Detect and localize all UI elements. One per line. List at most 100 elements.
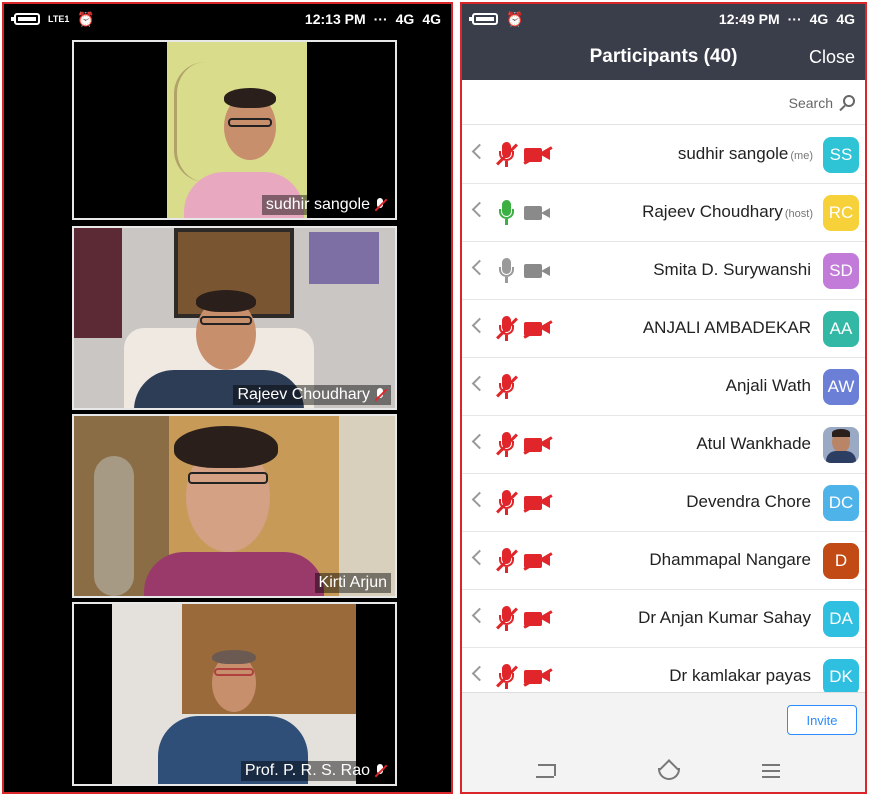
mic-muted-icon <box>494 316 518 342</box>
plant <box>94 456 134 596</box>
mic-muted-icon <box>494 606 518 632</box>
participant-name: ANJALI AMBADEKAR <box>642 318 811 337</box>
video-icon <box>524 206 550 220</box>
chevron-left-icon[interactable] <box>471 375 488 392</box>
mic-muted-icon <box>494 664 518 690</box>
participant-hair <box>174 426 278 468</box>
participant-role-tag: (host) <box>784 208 813 220</box>
participant-row[interactable]: DA Dr Anjan Kumar Sahay <box>462 590 865 648</box>
chevron-left-icon[interactable] <box>471 259 488 276</box>
mic-icon <box>494 258 518 284</box>
right-phone-screen: ⏰ 12:49 PM ··· 4G 4G Participants (40) C… <box>460 2 867 794</box>
video-name: Kirti Arjun <box>318 574 387 591</box>
search-input[interactable]: Search <box>789 95 833 111</box>
battery-icon <box>11 13 40 25</box>
participant-glasses <box>228 118 272 127</box>
participant-avatar: AW <box>823 369 859 405</box>
alarm-icon: ⏰ <box>77 10 95 27</box>
participant-row[interactable]: D Dhammapal Nangare <box>462 532 865 590</box>
video-off-icon <box>523 146 553 165</box>
status-time: 12:49 PM <box>718 11 780 27</box>
home-icon[interactable] <box>658 768 680 780</box>
participant-name-wrap: Smita D. Surywanshi <box>653 260 813 280</box>
search-icon <box>843 95 855 107</box>
participant-body <box>144 552 324 596</box>
video-tile[interactable]: Kirti Arjun <box>72 414 397 598</box>
participant-name-wrap: Dr kamlakar payas <box>669 666 813 686</box>
participant-name: Devendra Chore <box>686 492 811 511</box>
chevron-left-icon[interactable] <box>471 607 488 624</box>
video-tile[interactable]: sudhir sangole <box>72 40 397 220</box>
participant-row[interactable]: SS sudhir sangole (me) <box>462 126 865 184</box>
video-off-icon <box>523 552 553 571</box>
video-name: Rajeev Choudhary <box>237 386 370 403</box>
muted-mic-icon <box>373 198 387 212</box>
muted-mic-icon <box>373 388 387 402</box>
invite-button[interactable]: Invite <box>787 705 857 735</box>
status-bar: ⏰ 12:49 PM ··· 4G 4G <box>462 4 865 34</box>
participant-hair <box>224 88 276 108</box>
participant-avatar: RC <box>823 195 859 231</box>
avatar-initials: DA <box>829 609 853 628</box>
video-tile[interactable]: Rajeev Choudhary <box>72 226 397 410</box>
mic-muted-icon <box>494 374 518 400</box>
status-time: 12:13 PM <box>304 11 366 27</box>
participant-glasses <box>200 316 252 325</box>
participant-avatar: SD <box>823 253 859 289</box>
participant-avatar: DK <box>823 659 859 692</box>
signal-4g-left: 4G <box>395 11 415 27</box>
participant-row[interactable]: AW Anjali Wath <box>462 358 865 416</box>
chevron-left-icon[interactable] <box>471 491 488 508</box>
video-off-icon <box>523 436 553 455</box>
more-dots: ··· <box>373 11 388 27</box>
chevron-left-icon[interactable] <box>471 665 488 682</box>
close-button[interactable]: Close <box>809 47 855 68</box>
signal-4g-right: 4G <box>836 11 855 27</box>
alarm-icon: ⏰ <box>506 10 524 27</box>
participant-name: Dhammapal Nangare <box>649 550 811 569</box>
chevron-left-icon[interactable] <box>471 143 488 160</box>
participant-hair <box>196 290 256 312</box>
participant-name: Smita D. Surywanshi <box>653 260 811 279</box>
video-off-icon <box>523 668 553 687</box>
mic-muted-icon <box>494 142 518 168</box>
participant-row[interactable]: DC Devendra Chore <box>462 474 865 532</box>
participant-name-label: Rajeev Choudhary <box>233 385 391 405</box>
chevron-left-icon[interactable] <box>471 201 488 218</box>
status-bar: LTE1 ⏰ 12:13 PM ··· 4G 4G <box>4 4 451 34</box>
left-phone-screen: LTE1 ⏰ 12:13 PM ··· 4G 4G sudhir sangole <box>2 2 453 794</box>
chevron-left-icon[interactable] <box>471 317 488 334</box>
participant-glasses <box>188 472 268 484</box>
video-off-icon <box>523 494 553 513</box>
video-tile[interactable]: Prof. P. R. S. Rao <box>72 602 397 786</box>
mic-muted-icon <box>494 548 518 574</box>
participant-avatar: AA <box>823 311 859 347</box>
search-bar[interactable]: Search <box>462 82 865 125</box>
participant-name-wrap: Anjali Wath <box>726 376 813 396</box>
participant-name: Anjali Wath <box>725 376 811 395</box>
chevron-left-icon[interactable] <box>471 433 488 450</box>
avatar-initials: DC <box>828 493 854 512</box>
participant-row[interactable]: RC Rajeev Choudhary (host) <box>462 184 865 242</box>
avatar-initials: SS <box>829 145 853 164</box>
participant-row[interactable]: Atul Wankhade <box>462 416 865 474</box>
participant-name: Dr kamlakar payas <box>669 666 811 685</box>
menu-icon[interactable] <box>762 764 780 778</box>
participant-name-label: Prof. P. R. S. Rao <box>240 761 391 781</box>
participant-row[interactable]: SD Smita D. Surywanshi <box>462 242 865 300</box>
participant-avatar: DC <box>823 485 859 521</box>
participant-row[interactable]: AA ANJALI AMBADEKAR <box>462 300 865 358</box>
participant-name-wrap: sudhir sangole (me) <box>678 144 813 164</box>
participant-avatar: D <box>823 543 859 579</box>
participant-name: Rajeev Choudhary <box>642 202 783 221</box>
back-icon[interactable] <box>536 764 556 778</box>
chevron-left-icon[interactable] <box>471 549 488 566</box>
avatar-initials: RC <box>828 203 854 222</box>
signal-4g-right: 4G <box>422 11 441 27</box>
participant-row[interactable]: DK Dr kamlakar payas <box>462 648 865 692</box>
participant-name-wrap: Devendra Chore <box>686 492 813 512</box>
mic-muted-icon <box>494 490 518 516</box>
wall-panel <box>182 604 356 714</box>
avatar-initials: DK <box>829 667 853 686</box>
participant-name-wrap: Rajeev Choudhary (host) <box>642 202 813 222</box>
